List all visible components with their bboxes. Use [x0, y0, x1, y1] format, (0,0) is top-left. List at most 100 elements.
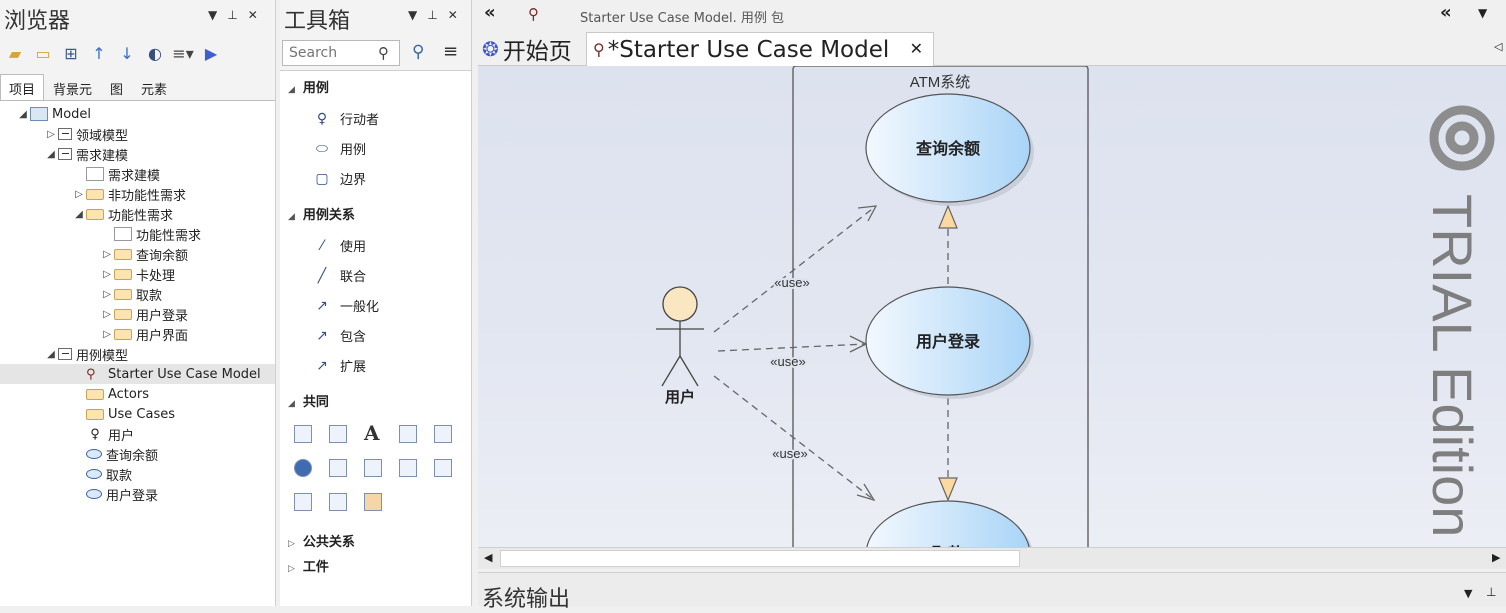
tree-node[interactable]: ▷ 取款 — [0, 284, 275, 304]
scroll-tabs-icon[interactable]: ◁ — [1494, 40, 1502, 53]
tree-node[interactable]: ♀ 用户 — [0, 424, 275, 444]
horizontal-scrollbar[interactable]: ◀ ▶ — [478, 547, 1506, 569]
expand-icon[interactable]: ▷ — [100, 329, 114, 340]
tool-include[interactable]: ↗ 包含 — [314, 326, 366, 346]
search-icon[interactable]: ⚲ — [378, 44, 389, 62]
folder-icon[interactable]: ▭ — [32, 42, 54, 64]
hamburger-menu-icon[interactable]: ≡ — [443, 41, 458, 62]
usecase-withdraw[interactable] — [866, 500, 1030, 547]
tree-node[interactable]: 功能性需求 — [0, 224, 275, 244]
pin-icon[interactable]: ⊥ — [1486, 585, 1496, 599]
collapse-right-icon[interactable]: « — [1440, 2, 1452, 23]
issue-icon[interactable] — [399, 459, 417, 477]
tree-node[interactable]: ▷ 卡处理 — [0, 264, 275, 284]
use-line-1[interactable] — [713, 205, 877, 333]
tree-node-label: 用例模型 — [76, 348, 129, 364]
idea-icon[interactable] — [434, 459, 452, 477]
tree-node[interactable]: ▷ 用户界面 — [0, 324, 275, 344]
close-icon[interactable]: ✕ — [248, 8, 258, 22]
text-icon[interactable]: A — [364, 421, 380, 445]
tab-project[interactable]: 项目 — [0, 74, 45, 103]
scroll-thumb[interactable] — [500, 550, 1020, 567]
expand-icon[interactable]: ▷ — [100, 289, 114, 300]
dropdown-icon[interactable]: ▼ — [208, 8, 217, 22]
image-icon[interactable] — [294, 493, 312, 511]
section-common[interactable]: ◢ 共同 — [288, 391, 329, 410]
play-icon[interactable]: ▶ — [200, 42, 222, 64]
section-relations[interactable]: ◢ 用例关系 — [288, 204, 355, 223]
expand-icon[interactable]: ▷ — [100, 249, 114, 260]
section-public-relations[interactable]: ▷ 公共关系 — [288, 531, 355, 550]
tool-use[interactable]: ⁄ 使用 — [314, 236, 366, 256]
use-line-2[interactable] — [717, 343, 867, 352]
tab-starter-use-case-model[interactable]: ⚲ *Starter Use Case Model ✕ — [586, 32, 934, 66]
tool-usecase[interactable]: ⬭ 用例 — [314, 139, 366, 159]
tree-node[interactable]: ▷ 领域模型 — [0, 124, 275, 144]
tree-node[interactable]: ◢ 需求建模 — [0, 144, 275, 164]
collapse-icon[interactable]: ◢ — [16, 109, 30, 120]
pin-icon[interactable]: ⊥ — [227, 8, 237, 22]
tab-context[interactable]: 背景元 — [44, 74, 101, 103]
legend-icon[interactable] — [434, 425, 452, 443]
dropdown-icon[interactable]: ▼ — [1464, 587, 1472, 600]
scroll-right-icon[interactable]: ▶ — [1492, 551, 1500, 564]
expand-icon[interactable]: ▷ — [44, 129, 58, 140]
report-icon[interactable] — [329, 459, 347, 477]
project-tree: ◢ Model ▷ 领域模型 ◢ 需求建模 需求建模 ▷ 非功能性需求 ◢ 功能性需求 功能性需求 ▷ 查… — [0, 100, 275, 606]
collapse-icon[interactable]: ◢ — [44, 149, 58, 160]
close-icon[interactable]: ✕ — [448, 8, 458, 22]
expand-icon[interactable]: ▷ — [100, 269, 114, 280]
tool-boundary[interactable]: ▢ 边界 — [314, 169, 366, 189]
tool-extend[interactable]: ↗ 扩展 — [314, 356, 366, 376]
tree-node[interactable]: Actors — [0, 384, 275, 404]
tree-node[interactable]: ▷ 用户登录 — [0, 304, 275, 324]
tool-association[interactable]: ╱ 联合 — [314, 266, 366, 286]
dropdown-icon[interactable]: ▼ — [408, 8, 417, 22]
tree-node[interactable]: 取款 — [0, 464, 275, 484]
collapse-icon[interactable]: ◢ — [72, 209, 86, 220]
locate-icon[interactable]: ◐ — [144, 42, 166, 64]
tree-node[interactable]: ▷ 非功能性需求 — [0, 184, 275, 204]
note-icon[interactable] — [294, 425, 312, 443]
section-artifacts[interactable]: ▷ 工件 — [288, 556, 329, 575]
artifact-icon[interactable] — [364, 493, 382, 511]
tree-node[interactable]: ◢ 用例模型 — [0, 344, 275, 364]
tree-node[interactable]: 查询余额 — [0, 444, 275, 464]
scroll-left-icon[interactable]: ◀ — [484, 551, 492, 564]
close-tab-icon[interactable]: ✕ — [910, 39, 923, 58]
collapse-left-icon[interactable]: « — [484, 2, 496, 23]
tool-actor[interactable]: ♀ 行动者 — [314, 109, 379, 129]
use-line-3[interactable] — [713, 375, 875, 501]
document-icon[interactable] — [329, 425, 347, 443]
tree-node[interactable]: 需求建模 — [0, 164, 275, 184]
tree-node[interactable]: Use Cases — [0, 404, 275, 424]
section-usecase[interactable]: ◢ 用例 — [288, 77, 329, 96]
tree-node[interactable]: 用户登录 — [0, 484, 275, 504]
list-icon[interactable] — [399, 425, 417, 443]
pin-icon[interactable]: ⊥ — [427, 8, 437, 22]
tab-start-page[interactable]: ❂ 开始页 — [480, 32, 578, 66]
tab-element[interactable]: 元素 — [132, 74, 176, 103]
toolbox-title: 工具箱 — [284, 9, 351, 34]
expand-icon[interactable]: ▷ — [100, 309, 114, 320]
move-down-icon[interactable]: ↓ — [116, 42, 138, 64]
tree-node[interactable]: ▷ 查询余额 — [0, 244, 275, 264]
boundary-shape-icon[interactable] — [329, 493, 347, 511]
menu-icon[interactable]: ≡▾ — [172, 42, 194, 64]
diagram-canvas[interactable]: ATM系统 TRIAL Edition «use» «use» «use» 查询… — [478, 66, 1506, 547]
find-icon[interactable]: ⚲ — [412, 42, 424, 62]
new-package-icon[interactable]: ▰ — [4, 42, 26, 64]
hierarchy-icon[interactable]: ⊞ — [60, 42, 82, 64]
tree-node[interactable]: ◢ Model — [0, 104, 275, 124]
move-up-icon[interactable]: ↑ — [88, 42, 110, 64]
collapse-icon[interactable]: ◢ — [44, 349, 58, 360]
hyperlink-icon[interactable] — [294, 459, 312, 477]
expand-icon[interactable]: ▷ — [72, 189, 86, 200]
dropdown-icon[interactable]: ▼ — [1478, 6, 1487, 20]
actor-user[interactable] — [656, 286, 704, 387]
tab-diagram[interactable]: 图 — [101, 74, 132, 103]
checklist-icon[interactable] — [364, 459, 382, 477]
tree-node[interactable]: ⚲ Starter Use Case Model — [0, 364, 275, 384]
tool-generalization[interactable]: ↗ 一般化 — [314, 296, 379, 316]
tree-node[interactable]: ◢ 功能性需求 — [0, 204, 275, 224]
